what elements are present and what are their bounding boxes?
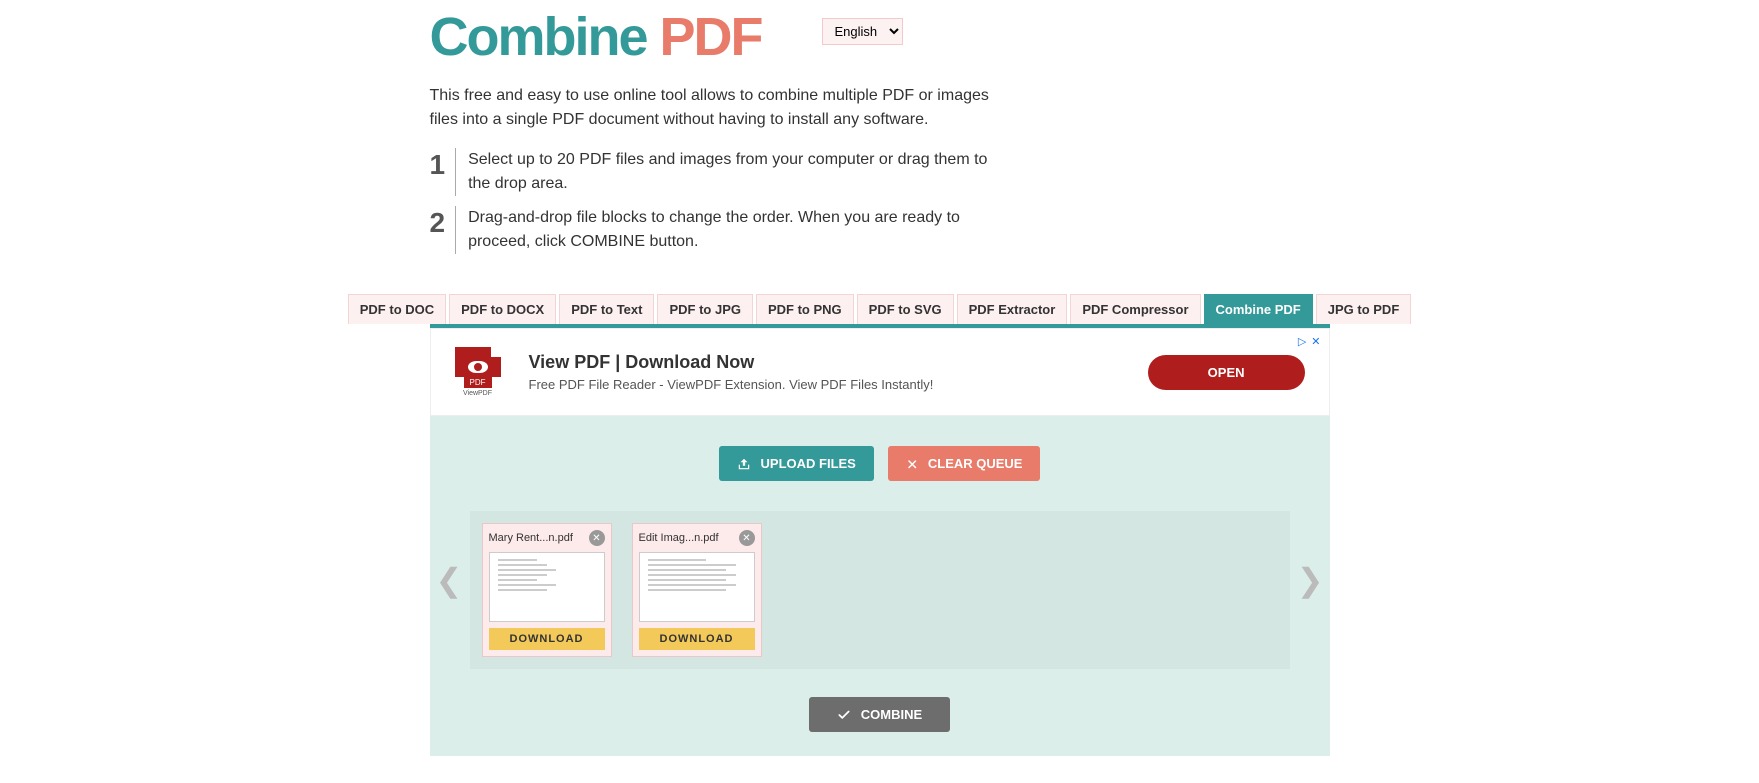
file-item[interactable]: Mary Rent...n.pdf ✕ DOWNLOAD — [482, 523, 612, 657]
intro-text: This free and easy to use online tool al… — [430, 84, 990, 132]
tabs-nav: PDF to DOC PDF to DOCX PDF to Text PDF t… — [430, 294, 1330, 328]
file-item[interactable]: Edit Imag...n.pdf ✕ DOWNLOAD — [632, 523, 762, 657]
tab-pdf-to-svg[interactable]: PDF to SVG — [857, 294, 954, 324]
ad-title: View PDF | Download Now — [529, 352, 1120, 373]
file-name: Mary Rent...n.pdf — [489, 532, 573, 544]
tab-combine-pdf[interactable]: Combine PDF — [1204, 294, 1313, 324]
step-number: 1 — [430, 148, 457, 196]
logo-part1: Combine — [430, 7, 660, 67]
file-remove-icon[interactable]: ✕ — [589, 530, 605, 546]
file-thumbnail — [639, 552, 755, 622]
step-item: 2 Drag-and-drop file blocks to change th… — [430, 206, 990, 254]
upload-label: UPLOAD FILES — [761, 456, 856, 471]
next-button[interactable]: ❯ — [1297, 561, 1324, 599]
logo: Combine PDF — [430, 10, 762, 64]
tab-jpg-to-pdf[interactable]: JPG to PDF — [1316, 294, 1412, 324]
upload-icon — [737, 457, 751, 471]
close-icon — [906, 458, 918, 470]
download-button[interactable]: DOWNLOAD — [639, 628, 755, 650]
tab-pdf-extractor[interactable]: PDF Extractor — [957, 294, 1068, 324]
prev-button[interactable]: ❮ — [436, 561, 463, 599]
tab-pdf-to-jpg[interactable]: PDF to JPG — [657, 294, 753, 324]
tab-pdf-to-docx[interactable]: PDF to DOCX — [449, 294, 556, 324]
logo-part2: PDF — [660, 7, 762, 67]
ad-icon-label: PDF — [464, 377, 492, 388]
toolbar: UPLOAD FILES CLEAR QUEUE — [430, 416, 1330, 491]
step-text: Drag-and-drop file blocks to change the … — [468, 206, 989, 254]
ad-close-icon[interactable]: ✕ — [1311, 335, 1320, 348]
combine-button[interactable]: COMBINE — [809, 697, 950, 732]
file-thumbnail — [489, 552, 605, 622]
file-remove-icon[interactable]: ✕ — [739, 530, 755, 546]
ad-choices-icon[interactable]: ▷ — [1298, 335, 1306, 348]
step-text: Select up to 20 PDF files and images fro… — [468, 148, 989, 196]
ad-info-icons[interactable]: ▷ ✕ — [1298, 335, 1321, 348]
upload-files-button[interactable]: UPLOAD FILES — [719, 446, 874, 481]
workspace: ▷ ✕ PDF ViewPDF View PDF | Download Now … — [430, 328, 1330, 756]
clear-queue-button[interactable]: CLEAR QUEUE — [888, 446, 1041, 481]
file-queue[interactable]: Mary Rent...n.pdf ✕ DOWNLOAD Edit Imag..… — [470, 511, 1290, 669]
download-button[interactable]: DOWNLOAD — [489, 628, 605, 650]
ad-logo: PDF ViewPDF — [455, 347, 501, 397]
ad-banner[interactable]: ▷ ✕ PDF ViewPDF View PDF | Download Now … — [430, 328, 1330, 416]
clear-label: CLEAR QUEUE — [928, 456, 1023, 471]
steps-list: 1 Select up to 20 PDF files and images f… — [430, 148, 1330, 254]
tab-pdf-to-png[interactable]: PDF to PNG — [756, 294, 854, 324]
step-number: 2 — [430, 206, 457, 254]
check-icon — [837, 708, 851, 722]
ad-icon-sub: ViewPDF — [463, 390, 492, 397]
ad-subtitle: Free PDF File Reader - ViewPDF Extension… — [529, 377, 1120, 392]
file-name: Edit Imag...n.pdf — [639, 532, 719, 544]
tab-pdf-to-text[interactable]: PDF to Text — [559, 294, 654, 324]
step-item: 1 Select up to 20 PDF files and images f… — [430, 148, 990, 196]
language-select[interactable]: English — [822, 18, 903, 45]
combine-label: COMBINE — [861, 707, 922, 722]
ad-open-button[interactable]: OPEN — [1148, 355, 1305, 390]
queue-wrapper: ❮ ❯ Mary Rent...n.pdf ✕ DOWNLOAD Edit Im… — [430, 491, 1330, 669]
tab-pdf-to-doc[interactable]: PDF to DOC — [348, 294, 446, 324]
tab-pdf-compressor[interactable]: PDF Compressor — [1070, 294, 1200, 324]
